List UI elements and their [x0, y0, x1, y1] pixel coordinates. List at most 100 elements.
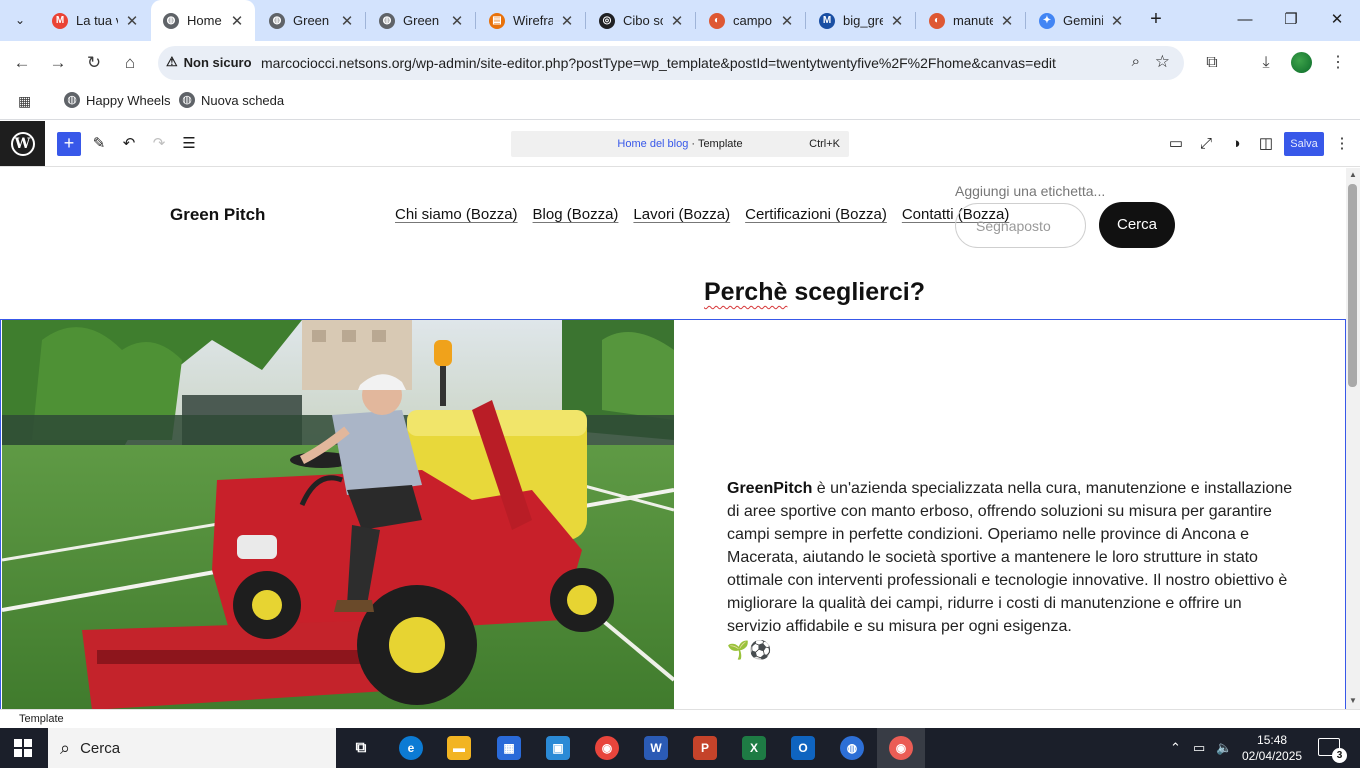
scroll-up-icon[interactable]: ▲ — [1349, 170, 1357, 179]
fullscreen-icon[interactable]: ⤢ — [1194, 132, 1218, 156]
close-tab-icon[interactable]: ✕ — [559, 12, 575, 30]
menu-icon[interactable]: ⋮ — [1326, 51, 1350, 75]
taskbar-search[interactable]: ⌕ Cerca — [48, 728, 336, 768]
back-icon[interactable]: ← — [10, 51, 34, 75]
styles-icon[interactable]: ◑ — [1224, 132, 1248, 156]
word-icon[interactable]: W — [644, 736, 668, 760]
settings-sidebar-icon[interactable]: ◫ — [1254, 132, 1278, 156]
gemini-icon: ✦ — [1039, 12, 1055, 29]
tab-separator — [475, 12, 476, 29]
minimize-button[interactable]: — — [1233, 8, 1257, 32]
apps-grid-icon[interactable]: ▦ — [18, 93, 31, 110]
address-bar[interactable]: ⚠ Non sicuro marcociocci.netsons.org/wp-… — [158, 46, 1184, 80]
options-menu-icon[interactable]: ⋮ — [1330, 132, 1354, 156]
browser-tab[interactable]: ◎ Cibo sc ✕ — [587, 0, 695, 41]
browser-tab[interactable]: ✦ Gemini ✕ — [1027, 0, 1135, 41]
close-tab-icon[interactable]: ✕ — [339, 12, 355, 30]
nav-item-lavori[interactable]: Lavori (Bozza) — [633, 206, 730, 223]
canvas-scrollbar[interactable]: ▲ ▼ — [1346, 168, 1360, 709]
security-indicator[interactable]: ⚠ Non sicuro — [166, 54, 252, 70]
m-icon: M — [819, 12, 835, 29]
edit-pencil-icon[interactable]: ✎ — [87, 132, 111, 156]
close-tab-icon[interactable]: ✕ — [999, 12, 1015, 30]
nav-item-chi-siamo[interactable]: Chi siamo (Bozza) — [395, 206, 518, 223]
close-window-button[interactable]: ✕ — [1325, 8, 1349, 32]
restore-button[interactable]: ❐ — [1279, 8, 1303, 32]
chrome-icon[interactable]: ◉ — [595, 736, 619, 760]
save-button[interactable]: Salva — [1284, 132, 1324, 156]
close-tab-icon[interactable]: ✕ — [889, 12, 905, 30]
excel-icon[interactable]: X — [742, 736, 766, 760]
task-view-icon[interactable]: ⧉ — [349, 736, 373, 760]
close-tab-icon[interactable]: ✕ — [669, 12, 685, 30]
tray-chevron-icon[interactable]: ⌃ — [1170, 740, 1181, 756]
undo-icon[interactable]: ↶ — [117, 132, 141, 156]
zoom-icon[interactable]: ⌕ — [1132, 53, 1140, 70]
control-panel-icon[interactable]: ▣ — [546, 736, 570, 760]
notification-count: 3 — [1332, 748, 1347, 763]
browser-tab[interactable]: Mbig_gre ✕ — [807, 0, 915, 41]
site-title[interactable]: Green Pitch — [170, 205, 265, 225]
browser-tab[interactable]: M La tua v ✕ — [40, 0, 150, 41]
wordpress-logo-button[interactable]: W — [0, 121, 45, 166]
globe-app-icon[interactable]: ◍ — [840, 736, 864, 760]
bookmark-happy-wheels[interactable]: ◍ Happy Wheels — [64, 92, 171, 108]
command-palette-bar[interactable]: Home del blog · Template Ctrl+K — [511, 131, 849, 157]
preview-device-icon[interactable]: ▭ — [1164, 132, 1188, 156]
close-tab-icon[interactable]: ✕ — [449, 12, 465, 30]
network-icon[interactable]: ▭ — [1193, 740, 1205, 756]
reload-icon[interactable]: ↻ — [82, 51, 106, 75]
warning-icon: ⚠ — [166, 54, 178, 69]
profile-avatar[interactable] — [1291, 52, 1312, 73]
browser-tab[interactable]: ◍ Home c ✕ — [151, 0, 255, 41]
media-text-description[interactable]: GreenPitch è un'azienda specializzata ne… — [727, 477, 1297, 662]
breadcrumb-link[interactable]: Home del blog — [617, 138, 688, 150]
outlook-icon[interactable]: O — [791, 736, 815, 760]
close-tab-icon[interactable]: ✕ — [779, 12, 795, 30]
search-input[interactable]: Segnaposto — [955, 203, 1086, 248]
notification-center-icon[interactable]: 3 — [1318, 738, 1347, 763]
nav-item-certificazioni[interactable]: Certificazioni (Bozza) — [745, 206, 887, 223]
volume-icon[interactable]: 🔈 — [1216, 740, 1232, 756]
system-clock[interactable]: 15:48 02/04/2025 — [1242, 732, 1302, 764]
store-icon[interactable]: ▦ — [497, 736, 521, 760]
scrollbar-thumb[interactable] — [1348, 184, 1357, 387]
nav-item-blog[interactable]: Blog (Bozza) — [533, 206, 619, 223]
forward-icon[interactable]: → — [46, 51, 70, 75]
close-tab-icon[interactable]: ✕ — [124, 12, 140, 30]
scroll-down-icon[interactable]: ▼ — [1349, 696, 1357, 705]
download-icon[interactable]: ⤓ — [1254, 51, 1278, 75]
close-tab-icon[interactable]: ✕ — [229, 12, 245, 30]
page-heading[interactable]: Perchè sceglierci? — [704, 278, 925, 307]
file-explorer-icon[interactable]: ▬ — [447, 736, 471, 760]
document-overview-icon[interactable]: ☰ — [177, 132, 201, 156]
browser-tab[interactable]: ◐ campo ✕ — [697, 0, 805, 41]
bookmark-star-icon[interactable]: ☆ — [1155, 52, 1170, 72]
browser-tab[interactable]: ◍ Green F ✕ — [257, 0, 365, 41]
block-inserter-button[interactable]: + — [57, 132, 81, 156]
home-icon[interactable]: ⌂ — [118, 51, 142, 75]
windows-start-icon[interactable] — [14, 739, 32, 757]
url-text[interactable]: marcociocci.netsons.org/wp-admin/site-ed… — [261, 55, 1056, 71]
chrome-active-icon[interactable]: ◉ — [877, 728, 925, 768]
mower-photo[interactable] — [2, 320, 674, 709]
tab-search-dropdown-icon[interactable]: ⌄ — [6, 6, 34, 34]
powerpoint-icon[interactable]: P — [693, 736, 717, 760]
editor-status-bar: Template — [0, 709, 1360, 728]
edge-icon[interactable]: e — [399, 736, 423, 760]
tab-separator — [805, 12, 806, 29]
duckduckgo-icon: ◐ — [709, 12, 725, 29]
search-button[interactable]: Cerca — [1099, 202, 1175, 248]
extensions-icon[interactable]: ⧉ — [1200, 51, 1224, 75]
browser-tab[interactable]: ◍ Green F ✕ — [367, 0, 475, 41]
search-label[interactable]: Aggiungi una etichetta... — [955, 183, 1105, 199]
editor-canvas[interactable]: Green Pitch Chi siamo (Bozza) Blog (Bozz… — [0, 168, 1346, 709]
media-text-block[interactable]: GreenPitch è un'azienda specializzata ne… — [0, 319, 1346, 709]
status-breadcrumb[interactable]: Template — [19, 713, 64, 725]
bookmark-nuova-scheda[interactable]: ◍ Nuova scheda — [179, 92, 284, 108]
new-tab-button[interactable]: + — [1144, 8, 1168, 32]
redo-icon[interactable]: ↷ — [147, 132, 171, 156]
browser-tab[interactable]: ◐ manute ✕ — [917, 0, 1025, 41]
close-tab-icon[interactable]: ✕ — [1109, 12, 1125, 30]
browser-tab[interactable]: ▤ Wirefra ✕ — [477, 0, 585, 41]
